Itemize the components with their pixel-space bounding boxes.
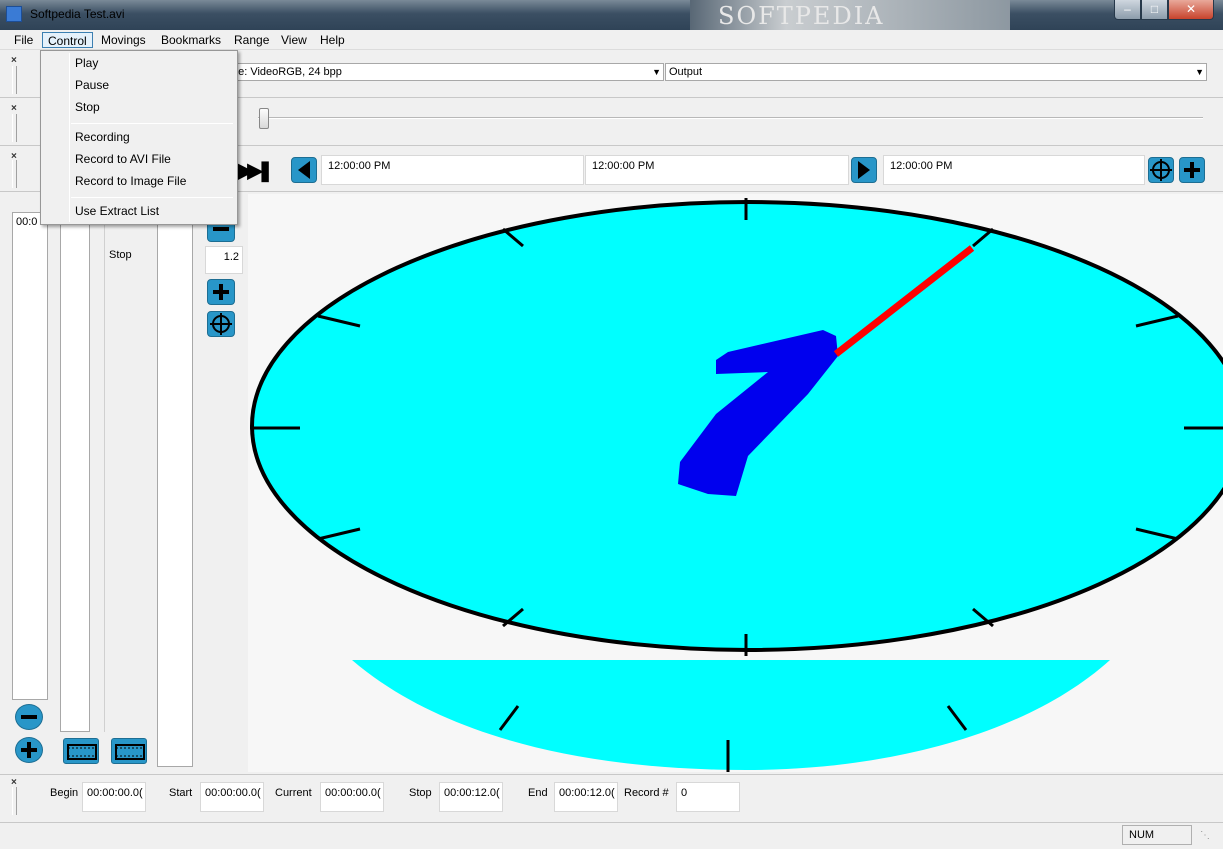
- current-label: Current: [275, 787, 312, 799]
- menu-view[interactable]: View: [276, 32, 312, 48]
- clock-frame: [250, 198, 1223, 772]
- video-viewport[interactable]: [248, 194, 1223, 772]
- app-icon[interactable]: [6, 6, 22, 22]
- next-frame-button[interactable]: [851, 157, 877, 183]
- target-icon: [1150, 159, 1172, 181]
- zoom-fit-button[interactable]: [207, 311, 235, 337]
- menu-gutter: [69, 53, 70, 222]
- output-combo[interactable]: Output ▼: [665, 63, 1207, 81]
- num-lock-indicator: NUM: [1122, 825, 1192, 845]
- menu-separator: [71, 123, 233, 124]
- menu-item-record-image[interactable]: Record to Image File: [75, 174, 186, 188]
- menu-item-stop[interactable]: Stop: [75, 100, 100, 114]
- begin-label: Begin: [50, 787, 79, 799]
- menu-item-recording[interactable]: Recording: [75, 130, 130, 144]
- clock-reflection: [352, 660, 1110, 770]
- stop-value[interactable]: 00:00:12.0(: [439, 782, 503, 812]
- minus-icon: [20, 708, 38, 726]
- maximize-button[interactable]: □: [1141, 0, 1168, 20]
- skip-end-icon[interactable]: ▶▶❚: [238, 158, 273, 183]
- video-type-combo[interactable]: pe: VideoRGB, 24 bpp ▼: [228, 63, 664, 81]
- plus-icon: [1183, 161, 1201, 179]
- resize-grip-icon[interactable]: ⋱: [1200, 830, 1210, 841]
- menu-item-record-avi[interactable]: Record to AVI File: [75, 152, 171, 166]
- window-title: Softpedia Test.avi: [30, 7, 125, 21]
- chevron-down-icon: ▼: [652, 67, 661, 77]
- add-button[interactable]: [1179, 157, 1205, 183]
- prev-frame-button[interactable]: [291, 157, 317, 183]
- end-label: End: [528, 787, 548, 799]
- target-icon: [210, 313, 232, 335]
- menu-help[interactable]: Help: [315, 32, 350, 48]
- range-scroll[interactable]: [60, 212, 90, 732]
- title-bar: SOFTPEDIA: [0, 0, 1223, 30]
- menu-item-use-extract-list[interactable]: Use Extract List: [75, 204, 159, 218]
- toolbar-grip[interactable]: [12, 114, 17, 142]
- start-value[interactable]: 00:00:00.0(: [200, 782, 264, 812]
- menu-bookmarks[interactable]: Bookmarks: [156, 32, 226, 48]
- begin-value[interactable]: 00:00:00.0(: [82, 782, 146, 812]
- record-label: Record #: [624, 787, 669, 799]
- current-value[interactable]: 00:00:00.0(: [320, 782, 384, 812]
- range-status-bar: × Begin 00:00:00.0( Start 00:00:00.0( Cu…: [0, 774, 1223, 822]
- film-strip-button-2[interactable]: [111, 738, 147, 764]
- zoom-in-button[interactable]: [207, 279, 235, 305]
- state-column: Stop: [104, 212, 149, 732]
- output-value: Output: [669, 66, 703, 78]
- time-field-3[interactable]: 12:00:00 PM: [883, 155, 1145, 185]
- arrow-left-icon: [298, 161, 310, 179]
- menu-range[interactable]: Range: [229, 32, 274, 48]
- target-button[interactable]: [1148, 157, 1174, 183]
- video-type-value: pe: VideoRGB, 24 bpp: [232, 66, 342, 78]
- toolbar-grip[interactable]: [12, 160, 17, 188]
- title-watermark: SOFTPEDIA: [718, 2, 885, 30]
- frame-column[interactable]: [157, 212, 193, 767]
- end-value[interactable]: 00:00:12.0(: [554, 782, 618, 812]
- bottom-status-bar: [0, 822, 1223, 849]
- plus-icon: [20, 741, 38, 759]
- remove-bookmark-button[interactable]: [15, 704, 43, 730]
- record-value[interactable]: 0: [676, 782, 740, 812]
- arrow-right-icon: [858, 161, 870, 179]
- close-button[interactable]: ✕: [1168, 0, 1214, 20]
- film-strip-button[interactable]: [63, 738, 99, 764]
- menu-control[interactable]: Control: [42, 32, 93, 48]
- position-slider-track[interactable]: [258, 117, 1203, 119]
- zoom-value[interactable]: 1.2: [205, 246, 243, 274]
- control-menu-dropdown: Play Pause Stop Recording Record to AVI …: [40, 50, 238, 225]
- menu-item-play[interactable]: Play: [75, 56, 98, 70]
- menu-movings[interactable]: Movings: [96, 32, 151, 48]
- menu-separator: [71, 197, 233, 198]
- chevron-down-icon: ▼: [1195, 67, 1204, 77]
- left-panel: 00:0 Stop 1.2: [0, 194, 248, 772]
- minimize-button[interactable]: –: [1114, 0, 1141, 20]
- toolbar-grip[interactable]: [12, 787, 17, 815]
- start-label: Start: [169, 787, 193, 799]
- film-icon: [115, 744, 145, 760]
- menu-bar: File Control Movings Bookmarks Range Vie…: [0, 30, 1223, 50]
- bookmark-list-item: 00:0: [16, 216, 38, 228]
- playback-state: Stop: [109, 249, 132, 261]
- position-slider-thumb[interactable]: [259, 108, 269, 129]
- menu-item-pause[interactable]: Pause: [75, 78, 109, 92]
- stop-label: Stop: [409, 787, 432, 799]
- toolbar-close-icon[interactable]: ×: [11, 55, 17, 66]
- bookmark-list[interactable]: 00:0: [12, 212, 48, 700]
- menu-file[interactable]: File: [9, 32, 38, 48]
- time-field-2[interactable]: 12:00:00 PM: [585, 155, 849, 185]
- add-bookmark-button[interactable]: [15, 737, 43, 763]
- time-field-1[interactable]: 12:00:00 PM: [321, 155, 584, 185]
- toolbar-close-icon[interactable]: ×: [11, 103, 17, 114]
- plus-icon: [212, 283, 230, 301]
- toolbar-grip[interactable]: [12, 66, 17, 94]
- film-icon: [67, 744, 97, 760]
